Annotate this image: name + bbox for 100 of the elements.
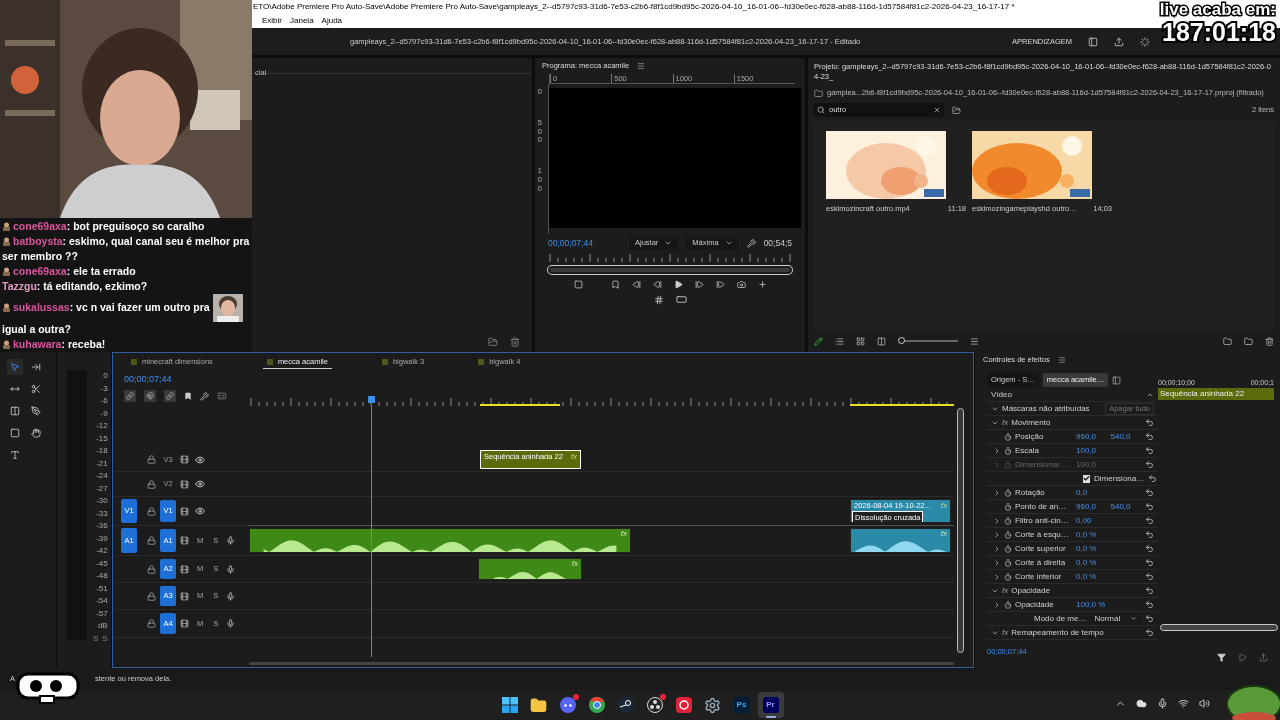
current-timecode[interactable]: 00;00;07;44 [548, 236, 593, 250]
eye-icon[interactable] [195, 506, 205, 516]
wrench-icon[interactable] [200, 391, 209, 401]
reset-icon[interactable] [1145, 628, 1154, 637]
reset-icon[interactable] [1145, 488, 1154, 497]
marker-icon[interactable] [184, 392, 192, 400]
snap-icon[interactable] [144, 390, 156, 402]
folder-icon[interactable] [530, 696, 547, 714]
reset-icon[interactable] [1145, 614, 1154, 623]
mic-icon[interactable] [226, 564, 236, 574]
lock-icon[interactable] [147, 564, 156, 574]
menu-item[interactable]: Ajuda [321, 15, 343, 27]
panel-icon[interactable] [1088, 36, 1098, 47]
property-value[interactable]: 540,0 [1110, 500, 1142, 513]
chevron-icon[interactable] [993, 488, 1001, 497]
lock-icon[interactable] [147, 619, 156, 628]
settings-icon[interactable] [704, 696, 721, 714]
reset-icon[interactable] [1145, 572, 1154, 581]
volume-icon[interactable] [1199, 698, 1210, 709]
sync-lock-icon[interactable] [180, 455, 189, 464]
pencil-icon[interactable] [814, 336, 823, 346]
progress-icon[interactable] [1140, 36, 1150, 47]
add-icon[interactable] [757, 280, 767, 289]
chevron-icon[interactable] [993, 600, 1001, 609]
property-value[interactable]: 0,0 % [1076, 556, 1110, 569]
checkbox[interactable] [1083, 474, 1090, 483]
mark-out-icon[interactable] [610, 280, 620, 289]
reset-icon[interactable] [1145, 446, 1154, 455]
sort-icon[interactable] [970, 336, 979, 346]
property-value[interactable]: 100,0 [1076, 444, 1110, 457]
play-icon[interactable] [673, 280, 683, 289]
panel-icon[interactable] [1112, 375, 1122, 385]
stopwatch-icon[interactable] [1004, 516, 1012, 525]
export-icon[interactable] [1259, 653, 1268, 662]
stopwatch-icon[interactable] [1004, 446, 1012, 455]
taskbar-app[interactable]: Pr [757, 692, 784, 718]
trash-icon[interactable] [1265, 336, 1274, 346]
stopwatch-icon[interactable] [1004, 432, 1012, 441]
wrench-icon[interactable] [746, 238, 756, 248]
new-folder-icon[interactable] [1244, 336, 1253, 346]
vertical-scrollbar[interactable] [957, 408, 964, 653]
chat-app-icon[interactable] [559, 697, 576, 713]
step-back-icon[interactable] [652, 280, 662, 289]
audio-clip[interactable]: fx [249, 528, 631, 553]
export-frame-icon[interactable] [736, 280, 746, 289]
property-value[interactable]: 0,0 % [1076, 542, 1110, 555]
timeline-timecode[interactable]: 00;00;07;44 [113, 372, 973, 386]
step-forward-icon[interactable] [694, 280, 704, 289]
playhead-handle[interactable] [368, 396, 375, 403]
stopwatch-icon[interactable] [1004, 572, 1012, 581]
reset-icon[interactable] [1145, 516, 1154, 525]
property-value[interactable]: 0,0 % [1076, 570, 1110, 583]
sync-lock-icon[interactable] [180, 536, 189, 545]
reset-icon[interactable] [1145, 586, 1154, 595]
eye-icon[interactable] [195, 479, 205, 489]
icon-view-icon[interactable] [856, 336, 865, 346]
folder-icon[interactable] [1223, 336, 1232, 346]
stopwatch-icon[interactable] [1004, 530, 1012, 539]
filter-icon[interactable] [1217, 653, 1226, 662]
property-value[interactable]: 100,0 % [1076, 598, 1110, 611]
stopwatch-icon[interactable] [1004, 558, 1012, 567]
property-value[interactable]: 960,0 [1076, 430, 1108, 443]
selection-tool-icon[interactable] [7, 359, 23, 375]
stopwatch-icon[interactable] [1004, 600, 1012, 609]
reset-icon[interactable] [1145, 502, 1154, 511]
menu-item[interactable]: Janela [290, 15, 314, 27]
reset-icon[interactable] [1145, 544, 1154, 553]
record-icon[interactable] [675, 697, 692, 713]
go-to-out-icon[interactable] [715, 280, 725, 289]
browser-icon[interactable] [588, 697, 605, 713]
freeform-view-icon[interactable] [877, 336, 886, 346]
network-icon[interactable] [1178, 698, 1189, 709]
solo-button[interactable]: S [93, 633, 99, 644]
go-to-in-icon[interactable] [631, 280, 641, 289]
reset-icon[interactable] [1145, 600, 1154, 609]
trash-icon[interactable] [510, 337, 520, 347]
lock-icon[interactable] [147, 455, 156, 464]
nest-icon[interactable] [124, 390, 136, 402]
stopwatch-icon[interactable] [1004, 502, 1012, 511]
cloud-icon[interactable] [1136, 698, 1147, 709]
sync-lock-icon[interactable] [180, 591, 189, 601]
property-value[interactable]: 960,0 [1076, 500, 1108, 513]
reset-icon[interactable] [1145, 460, 1154, 469]
grid-icon[interactable] [653, 294, 664, 305]
reset-icon[interactable] [1145, 530, 1154, 539]
linked-selection-icon[interactable] [164, 390, 176, 402]
new-bin-icon[interactable] [952, 105, 961, 115]
panel-menu-icon[interactable] [1057, 356, 1066, 364]
recorder-icon[interactable] [646, 697, 663, 713]
mic-icon[interactable] [1157, 698, 1168, 709]
audio-clip[interactable]: fx [850, 528, 951, 553]
reset-icon[interactable] [1148, 474, 1158, 483]
mic-icon[interactable] [226, 619, 236, 628]
mic-icon[interactable] [226, 591, 236, 601]
property-value[interactable]: 0,0 [1076, 486, 1110, 499]
steam-icon[interactable] [617, 697, 634, 713]
mic-icon[interactable] [226, 536, 236, 545]
horizontal-scrollbar[interactable] [1160, 624, 1278, 631]
sync-lock-icon[interactable] [180, 619, 189, 628]
property-value[interactable]: 0,0 % [1076, 528, 1110, 541]
